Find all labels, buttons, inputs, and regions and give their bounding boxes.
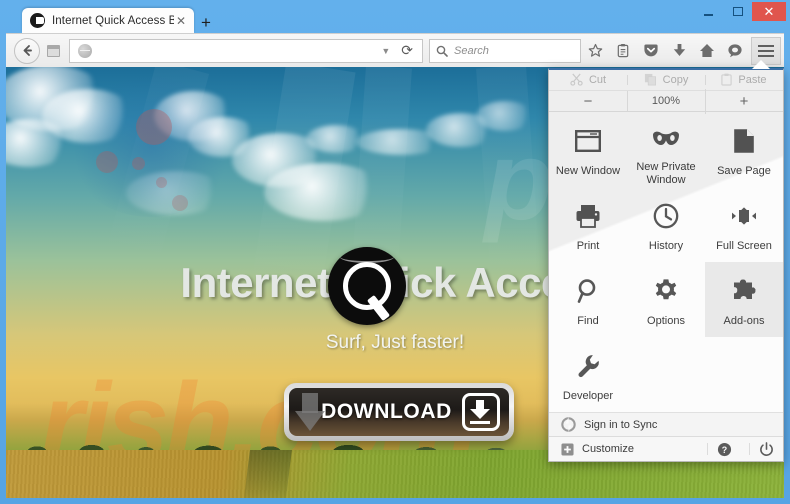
power-icon: [759, 441, 773, 456]
plus-box-icon: [561, 443, 574, 456]
menu-item-save-page[interactable]: Save Page: [705, 112, 783, 187]
search-input[interactable]: Search: [448, 45, 489, 57]
sign-in-to-sync-item[interactable]: Sign in to Sync: [549, 412, 783, 437]
sync-label: Sign in to Sync: [584, 418, 658, 431]
cut-button[interactable]: Cut: [549, 70, 627, 90]
menu-item-developer[interactable]: Developer: [549, 337, 627, 412]
printer-icon: [575, 201, 601, 231]
download-button[interactable]: DOWNLOAD: [284, 383, 514, 441]
puzzle-icon: [731, 276, 758, 306]
copy-button[interactable]: Copy: [627, 70, 705, 90]
menu-item-options[interactable]: Options: [627, 262, 705, 337]
minimize-button[interactable]: [694, 2, 723, 21]
browser-window: Internet Quick Access Brow... ✕ + ✕ ▼ ⟳: [0, 0, 790, 504]
chat-icon[interactable]: [721, 37, 749, 65]
download-arrow-icon: [462, 393, 500, 431]
tab-strip: Internet Quick Access Brow... ✕ + ✕: [0, 0, 790, 33]
downloads-icon[interactable]: [665, 37, 693, 65]
paste-label: Paste: [738, 73, 767, 86]
download-button-inner: DOWNLOAD: [289, 388, 509, 436]
help-icon: ?: [717, 442, 731, 456]
reload-icon[interactable]: ⟳: [396, 42, 418, 59]
zoom-controls-row: − 100% +: [549, 88, 783, 114]
forward-page-button[interactable]: [42, 38, 64, 64]
menu-footer: Customize ?: [549, 436, 783, 461]
brand-logo-highlight: [340, 251, 394, 263]
quit-button[interactable]: [749, 437, 783, 461]
menu-item-label: New Private Window: [636, 161, 696, 187]
clock-icon: [653, 201, 679, 231]
reader-icon[interactable]: [609, 37, 637, 65]
help-button[interactable]: ?: [707, 437, 741, 461]
browser-menu-panel: Cut Copy Paste − 100% + New Window New P…: [548, 68, 784, 462]
customize-label: Customize: [582, 443, 634, 456]
tab-close-icon[interactable]: ✕: [174, 14, 188, 28]
search-box[interactable]: Search: [429, 38, 581, 63]
menu-grid-empty: [627, 337, 705, 412]
copy-icon: [644, 74, 656, 86]
clipboard-icon: [721, 74, 733, 86]
gear-icon: [653, 276, 679, 306]
edit-commands-row: Cut Copy Paste: [549, 70, 783, 91]
menu-item-full-screen[interactable]: Full Screen: [705, 187, 783, 262]
zoom-out-button[interactable]: −: [549, 93, 627, 110]
fullscreen-icon: [730, 201, 758, 231]
menu-item-label: Add-ons: [723, 315, 765, 328]
window-caption-buttons: ✕: [694, 2, 786, 21]
navigation-toolbar: ▼ ⟳ Search: [6, 33, 784, 67]
back-button[interactable]: [14, 37, 40, 64]
paste-button[interactable]: Paste: [705, 70, 783, 90]
pocket-icon[interactable]: [637, 37, 665, 65]
page-icon: [733, 126, 755, 156]
menu-item-print[interactable]: Print: [549, 187, 627, 262]
panel-pointer-arrow: [752, 60, 770, 69]
menu-item-new-window[interactable]: New Window: [549, 112, 627, 187]
maximize-button[interactable]: [723, 2, 752, 21]
menu-item-label: Full Screen: [716, 240, 772, 253]
menu-item-find[interactable]: Find: [549, 262, 627, 337]
svg-text:?: ?: [721, 445, 726, 455]
menu-item-history[interactable]: History: [627, 187, 705, 262]
menu-item-label: Developer: [562, 390, 614, 403]
close-button[interactable]: ✕: [752, 2, 786, 21]
tab-title: Internet Quick Access Brow...: [52, 14, 174, 27]
magnifier-icon: [576, 276, 600, 306]
chevron-down-icon[interactable]: ▼: [375, 46, 396, 56]
menu-item-label: Find: [577, 315, 599, 328]
wrench-icon: [576, 351, 600, 381]
new-tab-button[interactable]: +: [196, 13, 216, 33]
globe-icon: [78, 43, 92, 58]
copy-label: Copy: [662, 73, 689, 86]
field-path-decoration: [244, 450, 293, 498]
arrow-left-icon: [23, 45, 32, 56]
address-bar[interactable]: ▼ ⟳: [69, 38, 423, 63]
home-icon[interactable]: [693, 37, 721, 65]
browser-tab[interactable]: Internet Quick Access Brow... ✕: [22, 8, 194, 33]
page-icon: [46, 44, 60, 57]
sync-icon: [561, 417, 576, 433]
menu-item-label: History: [648, 240, 684, 253]
menu-item-label: Save Page: [717, 165, 771, 178]
scissors-icon: [570, 73, 583, 87]
menu-item-label: New Window: [555, 165, 621, 178]
mask-icon: [651, 126, 681, 152]
tab-favicon-icon: [30, 13, 45, 28]
window-icon: [575, 126, 601, 156]
menu-item-new-private-window[interactable]: New Private Window: [627, 112, 705, 187]
menu-item-add-ons[interactable]: Add-ons: [705, 262, 783, 338]
menu-grid: New Window New Private Window Save Page …: [549, 112, 783, 412]
zoom-in-button[interactable]: +: [705, 88, 783, 114]
star-icon[interactable]: [581, 37, 609, 65]
search-icon: [436, 45, 448, 57]
menu-grid-empty: [705, 337, 783, 412]
cut-label: Cut: [588, 73, 607, 86]
zoom-level-label[interactable]: 100%: [627, 91, 705, 112]
large-arrow-icon: [295, 393, 325, 431]
menu-item-label: Print: [576, 240, 600, 253]
menu-item-label: Options: [647, 315, 685, 328]
